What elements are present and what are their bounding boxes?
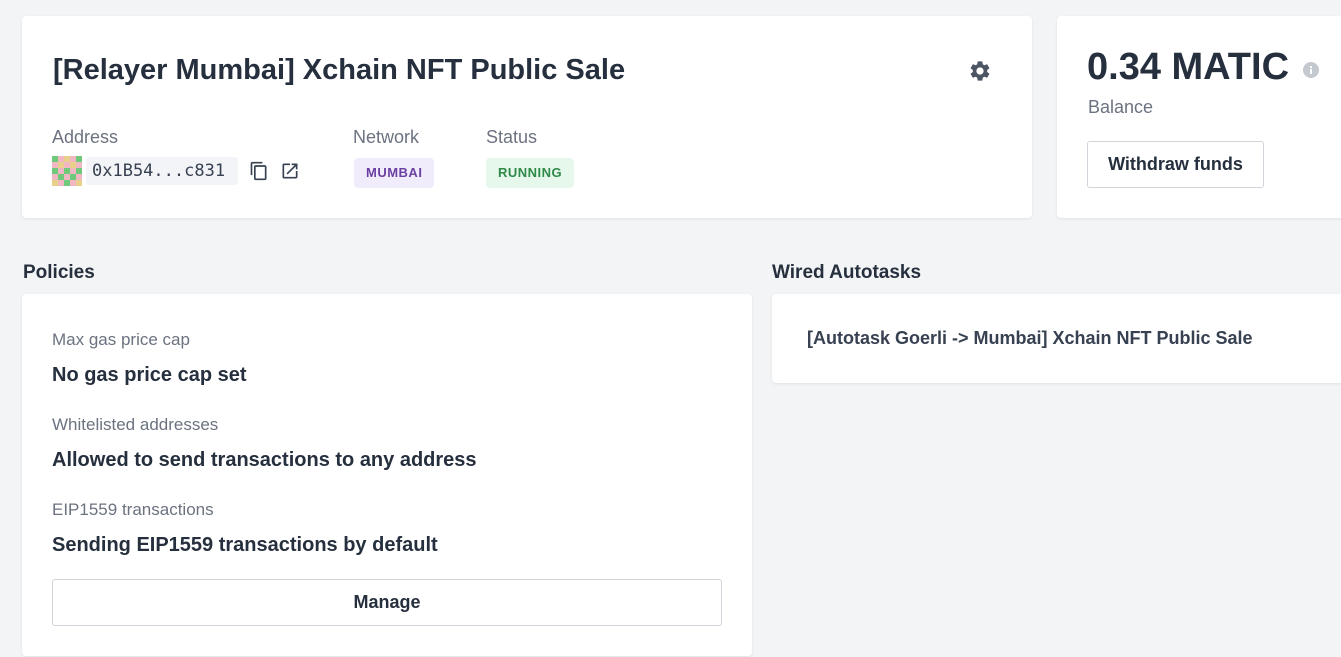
whitelisted-addresses-value: Allowed to send transactions to any addr…: [52, 449, 477, 471]
max-gas-price-value: No gas price cap set: [52, 364, 247, 386]
eip1559-value: Sending EIP1559 transactions by default: [52, 534, 438, 556]
page-title: [Relayer Mumbai] Xchain NFT Public Sale: [53, 54, 626, 86]
balance-label: Balance: [1088, 97, 1154, 117]
address-value: 0x1B54...c831: [86, 157, 238, 185]
status-badge: RUNNING: [486, 158, 575, 188]
wired-autotasks-heading: Wired Autotasks: [772, 262, 922, 283]
status-label: Status: [486, 127, 538, 147]
withdraw-funds-button[interactable]: Withdraw funds: [1087, 141, 1264, 188]
max-gas-price-label: Max gas price cap: [52, 330, 190, 349]
address-label: Address: [52, 127, 119, 147]
balance-card: 0.34 MATIC Balance Withdraw funds: [1057, 16, 1341, 218]
network-label: Network: [353, 127, 420, 147]
autotasks-card: [Autotask Goerli -> Mumbai] Xchain NFT P…: [772, 294, 1341, 383]
external-link-icon[interactable]: [280, 161, 300, 181]
balance-amount: 0.34 MATIC: [1087, 46, 1290, 88]
policies-card: Max gas price cap No gas price cap set W…: [22, 294, 752, 656]
manage-button[interactable]: Manage: [52, 579, 722, 626]
identicon-avatar: [52, 156, 82, 186]
relayer-card: [Relayer Mumbai] Xchain NFT Public Sale …: [22, 16, 1032, 218]
policies-heading: Policies: [23, 262, 95, 283]
eip1559-label: EIP1559 transactions: [52, 500, 214, 519]
autotask-link[interactable]: [Autotask Goerli -> Mumbai] Xchain NFT P…: [807, 328, 1253, 349]
gear-icon[interactable]: [968, 59, 992, 83]
info-icon[interactable]: [1303, 62, 1319, 78]
network-badge: MUMBAI: [354, 158, 435, 188]
copy-icon[interactable]: [249, 161, 269, 181]
whitelisted-addresses-label: Whitelisted addresses: [52, 415, 219, 434]
